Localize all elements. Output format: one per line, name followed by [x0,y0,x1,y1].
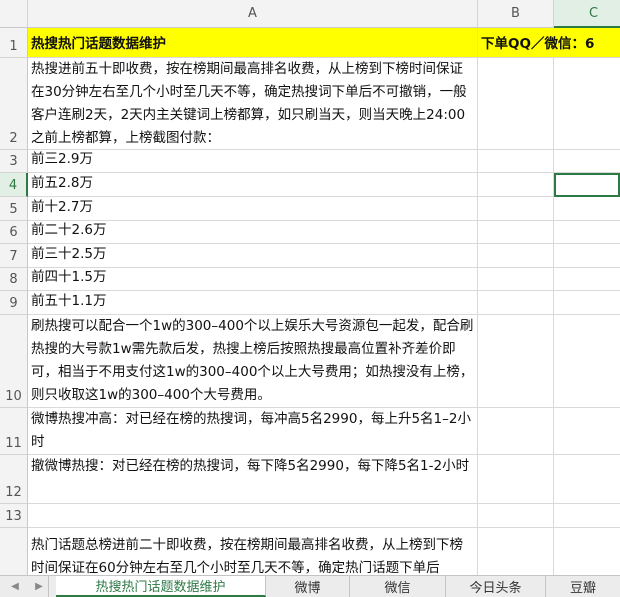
row-header-1[interactable]: 1 [0,28,28,58]
cell-b6[interactable] [478,221,554,244]
cell-c10[interactable] [554,315,620,408]
spreadsheet-grid: A B C 1 2 3 4 5 6 7 8 9 10 11 12 13 热搜热门… [0,0,620,575]
next-sheet-arrow-icon[interactable]: ▶ [30,576,49,597]
cell-b3[interactable] [478,150,554,173]
sheet-tab-weibo[interactable]: 微博 [266,576,350,597]
cell-a11[interactable]: 微博热搜冲高：对已经在榜的热搜词，每冲高5名2990，每上升5名1–2小时 [28,408,478,455]
cell-b2[interactable] [478,58,554,150]
cell-c8[interactable] [554,268,620,291]
row-header-7[interactable]: 7 [0,244,28,268]
cell-c5[interactable] [554,197,620,221]
row-header-10[interactable]: 10 [0,315,28,408]
row-header-9[interactable]: 9 [0,291,28,315]
cell-a3[interactable]: 前三2.9万 [28,150,478,173]
row-header-11[interactable]: 11 [0,408,28,455]
row-header-3[interactable]: 3 [0,150,28,173]
cell-b1[interactable]: 下单QQ／微信：6 [478,28,620,58]
cell-a10[interactable]: 刷热搜可以配合一个1w的300–400个以上娱乐大号资源包一起发，配合刷热搜的大… [28,315,478,408]
cell-c7[interactable] [554,244,620,268]
cell-a14[interactable]: 热门话题总榜进前二十即收费，按在榜期间最高排名收费，从上榜到下榜时间保证在60分… [28,528,478,575]
row-header-14[interactable] [0,528,28,575]
column-header-a[interactable]: A [28,0,478,28]
cell-a4[interactable]: 前五2.8万 [28,173,478,197]
select-all-corner[interactable] [0,0,28,28]
cell-c12[interactable] [554,455,620,504]
cell-a7[interactable]: 前三十2.5万 [28,244,478,268]
row-header-12[interactable]: 12 [0,455,28,504]
column-header-b[interactable]: B [478,0,554,28]
cell-a6[interactable]: 前二十2.6万 [28,221,478,244]
cell-c13[interactable] [554,504,620,528]
cell-b5[interactable] [478,197,554,221]
cell-c9[interactable] [554,291,620,315]
prev-sheet-arrow-icon[interactable]: ◀ [6,576,24,597]
cell-b10[interactable] [478,315,554,408]
sheet-tab-hot-search[interactable]: 热搜热门话题数据维护 [56,576,266,597]
sheet-tab-douban[interactable]: 豆瓣 [546,576,620,597]
cell-c3[interactable] [554,150,620,173]
cell-b14[interactable] [478,528,554,575]
row-header-13[interactable]: 13 [0,504,28,528]
row-header-5[interactable]: 5 [0,197,28,221]
cell-c14[interactable] [554,528,620,575]
sheet-tab-wechat[interactable]: 微信 [350,576,446,597]
cell-b4[interactable] [478,173,554,197]
sheet-tab-toutiao[interactable]: 今日头条 [446,576,546,597]
cell-a2[interactable]: 热搜进前五十即收费，按在榜期间最高排名收费，从上榜到下榜时间保证在30分钟左右至… [28,58,478,150]
row-header-6[interactable]: 6 [0,221,28,244]
cell-b11[interactable] [478,408,554,455]
cell-a12[interactable]: 撤微博热搜：对已经在榜的热搜词，每下降5名2990，每下降5名1-2小时 [28,455,478,504]
cell-b8[interactable] [478,268,554,291]
cell-c6[interactable] [554,221,620,244]
cell-a9[interactable]: 前五十1.1万 [28,291,478,315]
cell-a1[interactable]: 热搜热门话题数据维护 [28,28,478,58]
cell-a13[interactable] [28,504,478,528]
column-header-c[interactable]: C [554,0,620,28]
cell-c2[interactable] [554,58,620,150]
cell-c11[interactable] [554,408,620,455]
row-header-4[interactable]: 4 [0,173,28,197]
row-header-8[interactable]: 8 [0,268,28,291]
cell-b7[interactable] [478,244,554,268]
cell-a5[interactable]: 前十2.7万 [28,197,478,221]
cell-b9[interactable] [478,291,554,315]
active-cell-outline [554,173,620,197]
cell-b13[interactable] [478,504,554,528]
cell-b12[interactable] [478,455,554,504]
sheet-tab-bar: ◀ ▶ 热搜热门话题数据维护 微博 微信 今日头条 豆瓣 [0,575,620,597]
row-header-2[interactable]: 2 [0,58,28,150]
cell-a8[interactable]: 前四十1.5万 [28,268,478,291]
